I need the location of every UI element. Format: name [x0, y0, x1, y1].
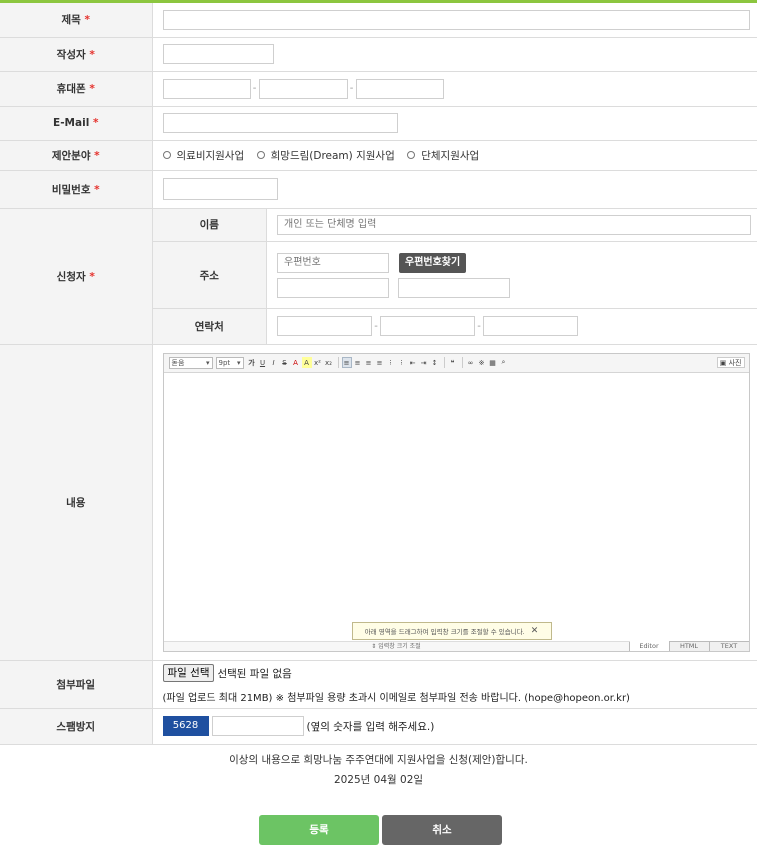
resize-tooltip: 아래 영역을 드래그하여 입력창 크기를 조절할 수 있습니다. ✕: [351, 621, 552, 640]
underline-icon[interactable]: U: [258, 357, 268, 368]
align-justify-icon[interactable]: ≡: [375, 357, 385, 368]
radio-icon: [256, 151, 265, 159]
link-icon[interactable]: ∞: [466, 357, 476, 368]
password-input[interactable]: [162, 178, 278, 200]
author-label: 작성자 *: [0, 37, 153, 72]
italic-icon[interactable]: I: [269, 357, 279, 368]
editor-toolbar: 돋움▾ 9pt▾ 가 U I S A A x² x₂ ≡ ≡ ≡ ≡ ⁝ ⁝: [163, 353, 749, 373]
resize-handle[interactable]: ⇕ 입력창 크기 조절: [163, 640, 629, 651]
row-spam: 스팸방지 5628 (옆의 숫자를 입력 해주세요.): [0, 708, 757, 745]
ordered-list-icon[interactable]: ⁝: [386, 357, 396, 368]
indent-icon[interactable]: ⇥: [419, 357, 429, 368]
radio-icon: [162, 151, 171, 159]
tab-editor[interactable]: Editor: [628, 640, 669, 651]
phone-input-1[interactable]: [162, 78, 251, 99]
category-label: 제안분야 *: [0, 140, 153, 171]
rich-text-editor: 돋움▾ 9pt▾ 가 U I S A A x² x₂ ≡ ≡ ≡ ≡ ⁝ ⁝: [162, 352, 750, 652]
subscript-icon[interactable]: x₂: [324, 357, 334, 368]
confirm-block: 이상의 내용으로 희망나눔 주주연대에 지원사업을 신청(제안)합니다. 202…: [0, 750, 757, 790]
bg-color-icon[interactable]: A: [301, 357, 312, 368]
applicant-name-input[interactable]: [277, 214, 751, 235]
find-icon[interactable]: ⌕: [499, 357, 509, 368]
address-input-2[interactable]: [398, 277, 510, 298]
unordered-list-icon[interactable]: ⁝: [397, 357, 407, 368]
email-label: E-Mail *: [0, 106, 153, 141]
zip-search-button[interactable]: 우편번호찾기: [399, 252, 467, 273]
zip-input[interactable]: [277, 252, 389, 273]
content-label: 내용: [0, 344, 153, 661]
captcha-code: 5628: [162, 716, 209, 736]
cancel-button[interactable]: 취소: [382, 815, 502, 845]
date-text: 2025년 04월 02일: [333, 774, 424, 786]
editor-mode-tabs: Editor HTML TEXT: [628, 640, 749, 651]
phone-separator: -: [252, 83, 257, 94]
title-label: 제목 *: [0, 3, 153, 38]
spam-label: 스팸방지: [0, 708, 153, 745]
tab-text[interactable]: TEXT: [708, 640, 749, 651]
row-email: E-Mail *: [0, 106, 757, 141]
applicant-table: 이름 주소 우편번호찾기 연락처 - -: [152, 208, 757, 344]
photo-button[interactable]: ▣ 사진: [716, 357, 745, 368]
superscript-icon[interactable]: x²: [313, 357, 323, 368]
bold-button[interactable]: 가: [247, 357, 257, 368]
applicant-contact-label: 연락처: [152, 308, 267, 344]
close-icon[interactable]: ✕: [531, 626, 539, 636]
category-option-medical[interactable]: 의료비지원사업: [162, 148, 244, 163]
captcha-input[interactable]: [211, 716, 304, 736]
row-phone: 휴대폰 * - -: [0, 71, 757, 107]
row-attachment: 첨부파일 파일 선택 선택된 파일 없음 (파일 업로드 최대 21MB) ※ 첨…: [0, 660, 757, 709]
phone-label: 휴대폰 *: [0, 71, 153, 107]
category-option-dream[interactable]: 희망드림(Dream) 지원사업: [256, 148, 395, 163]
applicant-address-label: 주소: [152, 241, 267, 309]
phone-separator: -: [349, 83, 354, 94]
author-input[interactable]: [162, 44, 274, 64]
align-left-icon[interactable]: ≡: [341, 357, 352, 368]
row-category: 제안분야 * 의료비지원사업 희망드림(Dream) 지원사업 단체지원사업: [0, 140, 757, 171]
table-icon[interactable]: ▦: [488, 357, 498, 368]
font-color-icon[interactable]: A: [291, 357, 301, 368]
row-author: 작성자 *: [0, 37, 757, 72]
contact-separator: -: [477, 320, 481, 332]
tab-html[interactable]: HTML: [668, 640, 709, 651]
email-input[interactable]: [162, 113, 398, 133]
submit-button[interactable]: 등록: [259, 815, 379, 845]
contact-input-1[interactable]: [277, 316, 372, 337]
line-height-icon[interactable]: ↕: [430, 357, 440, 368]
applicant-name-label: 이름: [152, 208, 267, 242]
captcha-hint: (옆의 숫자를 입력 해주세요.): [306, 720, 435, 733]
phone-input-2[interactable]: [258, 78, 348, 99]
row-content: 내용 돋움 ▾ 9pt ▾ 가 U I S A A x² x₂ ≡ ≡ ≡ ≡ …: [0, 344, 757, 661]
row-applicant: 신청자 * 이름 주소 우편번호찾기 연락처 - -: [0, 208, 757, 345]
radio-icon: [407, 151, 416, 159]
special-char-icon[interactable]: ※: [477, 357, 487, 368]
phone-input-3[interactable]: [355, 78, 444, 99]
title-input[interactable]: [162, 9, 750, 30]
file-select-button[interactable]: 파일 선택: [162, 664, 215, 682]
quote-icon[interactable]: ❝: [448, 357, 458, 368]
row-password: 비밀번호 *: [0, 170, 757, 209]
contact-separator: -: [374, 320, 378, 332]
attachment-label: 첨부파일: [0, 660, 153, 709]
password-label: 비밀번호 *: [0, 170, 153, 209]
font-size-select[interactable]: 9pt ▾: [215, 356, 244, 369]
contact-input-3[interactable]: [483, 316, 578, 337]
applicant-label: 신청자 *: [0, 208, 153, 345]
align-center-icon[interactable]: ≡: [353, 357, 363, 368]
file-status: 선택된 파일 없음: [217, 667, 292, 680]
confirm-text: 이상의 내용으로 희망나눔 주주연대에 지원사업을 신청(제안)합니다.: [229, 754, 528, 766]
outdent-icon[interactable]: ⇤: [408, 357, 418, 368]
font-family-select[interactable]: 돋움 ▾: [168, 356, 213, 369]
address-input-1[interactable]: [277, 277, 389, 298]
strike-icon[interactable]: S: [280, 357, 290, 368]
align-right-icon[interactable]: ≡: [364, 357, 374, 368]
application-form: 제목 * 작성자 * 휴대폰 * - - E-Mail * 제안분야 * 의료비지…: [0, 3, 757, 745]
attachment-note: (파일 업로드 최대 21MB) ※ 첨부파일 용량 초과시 이메일로 첨부파일…: [162, 693, 630, 704]
row-title: 제목 *: [0, 3, 757, 38]
category-option-group[interactable]: 단체지원사업: [407, 148, 479, 163]
contact-input-2[interactable]: [380, 316, 475, 337]
